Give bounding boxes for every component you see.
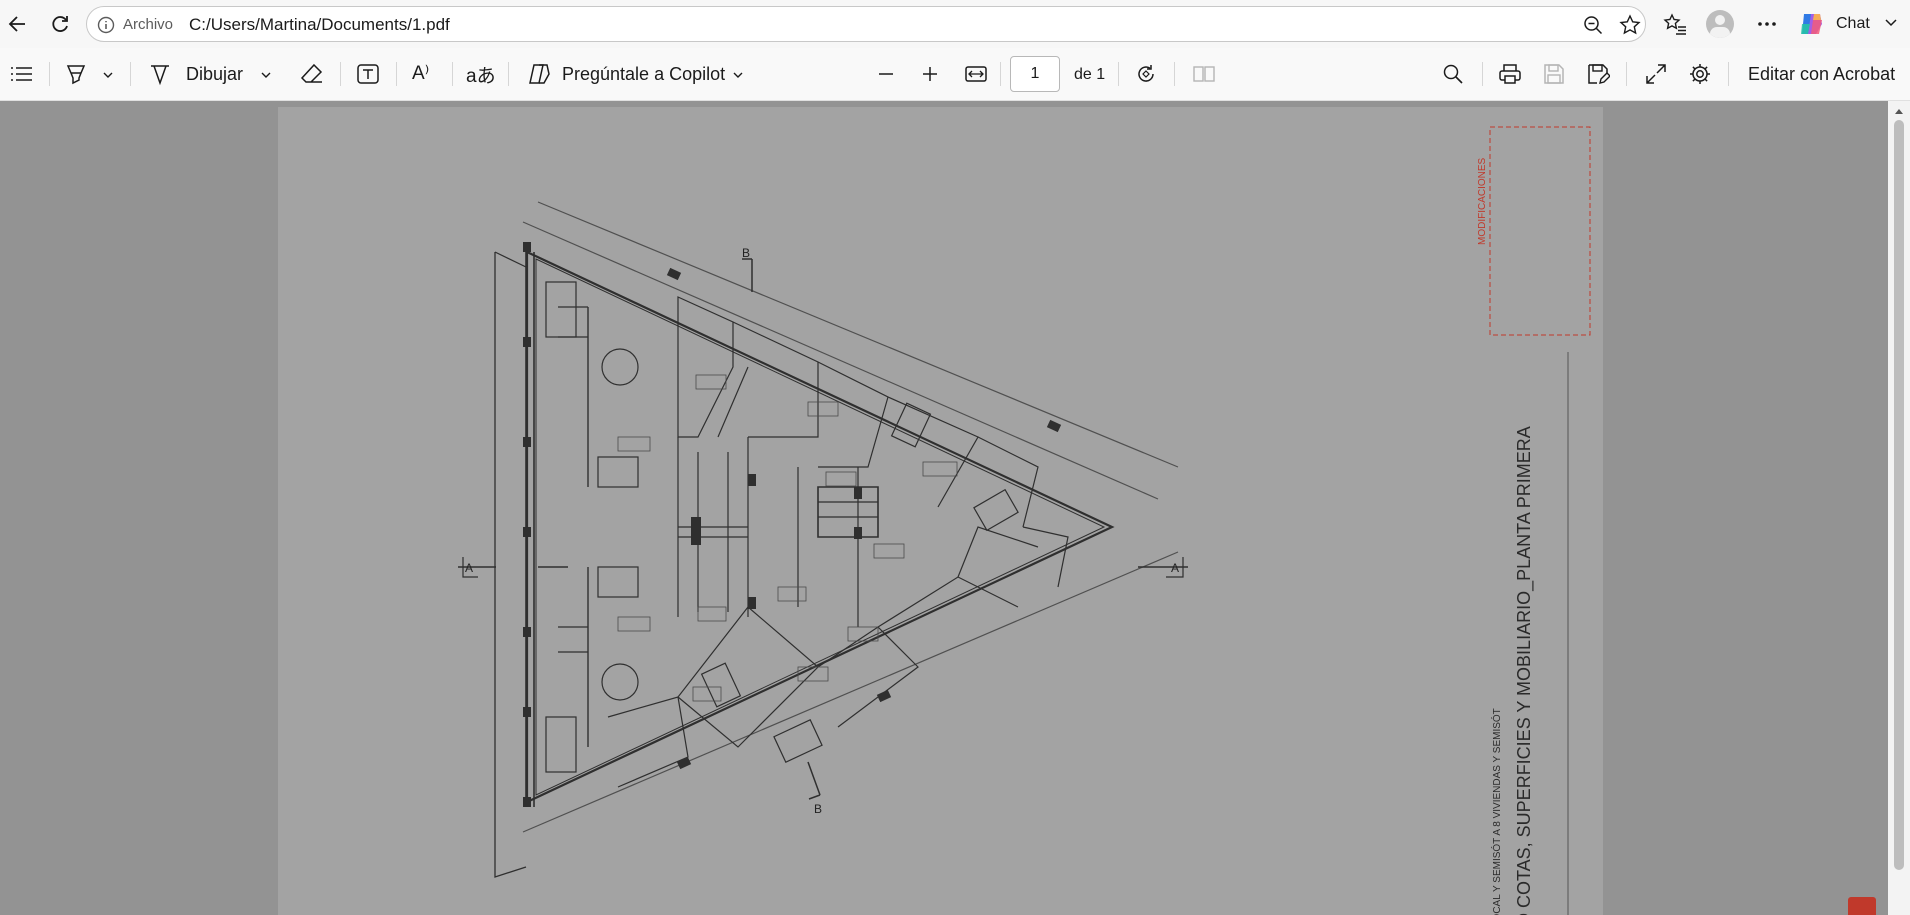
separator — [1118, 62, 1119, 86]
separator — [130, 62, 131, 86]
fit-width-icon[interactable] — [964, 62, 988, 91]
copilot-icon[interactable] — [526, 62, 552, 91]
separator — [508, 62, 509, 86]
address-label: Archivo — [123, 16, 174, 33]
drawing-title: O COTAS, SUPERFICIES Y MOBILIARIO_PLANTA… — [1514, 426, 1535, 915]
chevron-down-icon[interactable] — [1884, 16, 1898, 35]
scroll-up-icon[interactable] — [1894, 107, 1904, 115]
search-icon[interactable] — [1442, 63, 1464, 90]
section-a-right-label: A — [1171, 561, 1179, 575]
separator — [1000, 62, 1001, 86]
fullscreen-icon[interactable] — [1644, 62, 1668, 91]
zoom-minus-icon[interactable] — [876, 64, 896, 89]
copilot-logo-icon[interactable] — [1798, 10, 1828, 40]
draw-label[interactable]: Dibujar — [186, 64, 243, 85]
settings-gear-icon[interactable] — [1688, 62, 1712, 91]
print-icon[interactable] — [1498, 62, 1522, 91]
profile-avatar[interactable] — [1706, 10, 1734, 38]
page-count-label: de 1 — [1074, 66, 1106, 83]
modifications-box — [1489, 126, 1591, 336]
edit-with-acrobat-button[interactable]: Editar con Acrobat — [1748, 64, 1895, 85]
copilot-ask-label[interactable]: Pregúntale a Copilot — [562, 64, 725, 85]
info-icon[interactable] — [97, 16, 115, 39]
translate-icon[interactable]: aあ — [466, 61, 496, 88]
save-icon[interactable] — [1542, 62, 1566, 91]
more-options-icon[interactable] — [1749, 6, 1785, 42]
eraser-icon[interactable] — [300, 62, 324, 91]
modifications-label: MODIFICACIONES — [1477, 157, 1488, 245]
separator — [1174, 62, 1175, 86]
section-b-top-label: B — [742, 246, 750, 260]
text-box-icon[interactable] — [356, 62, 380, 91]
acrobat-badge-icon — [1848, 897, 1876, 915]
separator — [340, 62, 341, 86]
browser-top-bar: Archivo C:/Users/Martina/Documents/1.pdf… — [0, 0, 1910, 48]
separator — [452, 62, 453, 86]
address-url[interactable]: C:/Users/Martina/Documents/1.pdf — [189, 15, 450, 35]
back-icon[interactable] — [0, 6, 36, 42]
chat-label[interactable]: Chat — [1836, 15, 1870, 33]
draw-icon[interactable] — [148, 62, 172, 91]
separator — [1626, 62, 1627, 86]
rotate-icon[interactable] — [1134, 62, 1158, 91]
highlight-icon[interactable] — [64, 62, 88, 91]
zoom-out-icon[interactable] — [1583, 15, 1603, 40]
address-bar[interactable]: Archivo C:/Users/Martina/Documents/1.pdf — [86, 6, 1646, 42]
section-a-left-label: A — [465, 561, 473, 575]
separator — [49, 62, 50, 86]
draw-chevron-down-icon[interactable] — [260, 68, 272, 86]
highlight-chevron-down-icon[interactable] — [102, 68, 114, 86]
contents-list-icon[interactable] — [10, 64, 34, 89]
read-aloud-icon[interactable]: A⁾ — [412, 62, 429, 85]
favorites-icon[interactable] — [1657, 6, 1693, 42]
save-as-icon[interactable] — [1586, 62, 1611, 91]
page-view-icon[interactable] — [1192, 62, 1216, 91]
section-b-bottom-label: B — [814, 802, 822, 816]
page-number-input[interactable]: 1 — [1010, 56, 1060, 92]
favorite-star-icon[interactable] — [1619, 14, 1641, 41]
drawing-subtitle: LOCAL Y SEMISÓT A 8 VIVIENDAS Y SEMISÓT — [1490, 708, 1503, 915]
separator — [396, 62, 397, 86]
pdf-viewer: A A B B MODIFICACIONES O COTAS, SUPERFIC… — [0, 101, 1910, 915]
separator — [1482, 62, 1483, 86]
copilot-chevron-down-icon[interactable] — [732, 68, 744, 86]
floor-plan-drawing: A A B B MODIFICACIONES O COTAS, SUPERFIC… — [458, 126, 1591, 915]
separator — [1728, 62, 1729, 86]
scrollbar-thumb[interactable] — [1894, 120, 1904, 870]
zoom-plus-icon[interactable] — [920, 64, 940, 89]
refresh-icon[interactable] — [42, 6, 78, 42]
pdf-toolbar: Dibujar A⁾ aあ Pregúntale a Copilot 1 de … — [0, 48, 1910, 101]
pdf-page: A A B B MODIFICACIONES O COTAS, SUPERFIC… — [278, 107, 1603, 915]
